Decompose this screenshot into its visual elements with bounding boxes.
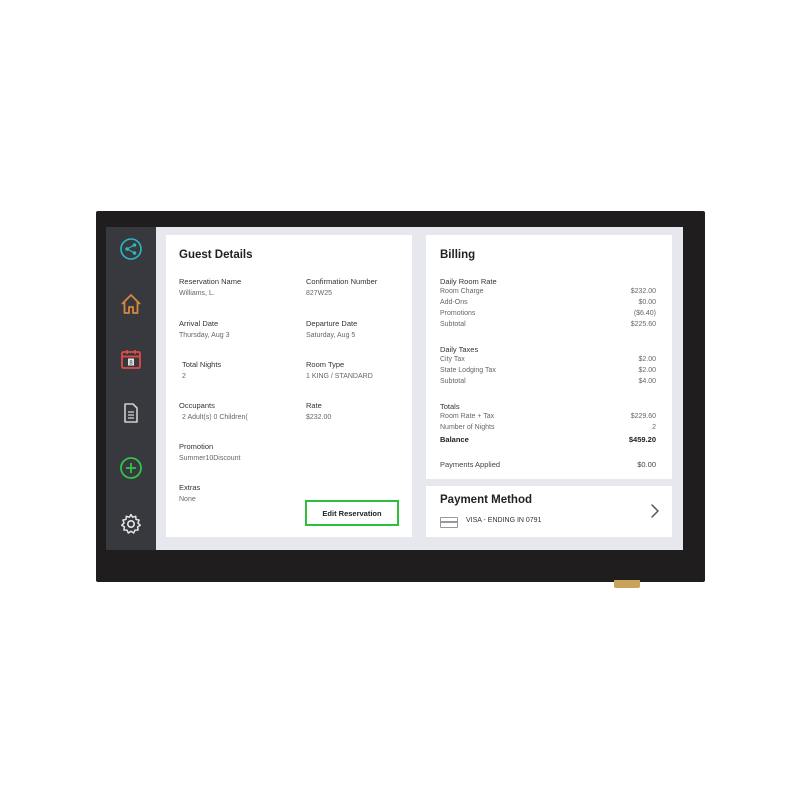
- edit-reservation-button[interactable]: Edit Reservation: [305, 500, 399, 526]
- reservation-name-label: Reservation Name: [179, 277, 242, 286]
- occupants-value: 2 Adult(s) 0 Children(: [182, 414, 248, 421]
- touch-screen: 8 Guest Details Reservation Name William…: [106, 227, 683, 550]
- payment-card-detail: VISA - ENDING IN 0791: [466, 517, 542, 524]
- departure-date-label: Departure Date: [306, 319, 358, 328]
- billing-row-amount: $225.60: [630, 321, 656, 328]
- billing-row-label: Room Rate + Tax: [440, 413, 495, 420]
- billing-row-label: Subtotal: [440, 378, 466, 385]
- gear-icon: [121, 513, 141, 534]
- billing-row-amount: $2.00: [638, 367, 656, 374]
- billing-title: Billing: [440, 249, 476, 261]
- settings-button[interactable]: [119, 512, 143, 536]
- payment-method-title: Payment Method: [440, 494, 533, 506]
- billing-row-amount: $229.60: [630, 413, 656, 420]
- departure-date-value: Saturday, Aug 5: [306, 332, 356, 339]
- billing-row-amount: 2: [652, 424, 656, 431]
- share-button[interactable]: [119, 237, 143, 261]
- daily-room-rate-heading: Daily Room Rate: [440, 277, 497, 286]
- billing-row: Add-Ons $0.00: [440, 299, 656, 310]
- calendar-icon: 8: [121, 350, 141, 369]
- totals-heading: Totals: [440, 402, 460, 411]
- billing-row-amount: $4.00: [638, 378, 656, 385]
- add-button[interactable]: [119, 456, 143, 480]
- home-icon: [121, 294, 141, 314]
- occupants-label: Occupants: [179, 401, 215, 410]
- payments-applied-amount: $0.00: [637, 460, 656, 469]
- billing-row-amount: $0.00: [638, 299, 656, 306]
- ribbon-connector: [614, 580, 640, 588]
- total-nights-label: Total Nights: [182, 360, 222, 369]
- billing-row-label: Add-Ons: [440, 299, 468, 306]
- billing-row-amount: ($6.40): [633, 310, 656, 317]
- arrival-date-label: Arrival Date: [179, 319, 219, 328]
- reservation-name-value: Williams, L.: [179, 290, 215, 297]
- document-icon: [124, 403, 138, 423]
- billing-row-label: Subtotal: [440, 321, 466, 328]
- billing-card: Billing Daily Room Rate Room Charge $232…: [426, 235, 672, 479]
- billing-row-amount: $2.00: [638, 356, 656, 363]
- guest-details-title: Guest Details: [179, 249, 253, 261]
- extras-value: None: [179, 496, 196, 503]
- arrival-date-value: Thursday, Aug 3: [179, 332, 230, 339]
- billing-row: Room Rate + Tax $229.60: [440, 413, 656, 424]
- billing-row: Promotions ($6.40): [440, 310, 656, 321]
- promotion-label: Promotion: [179, 442, 214, 451]
- balance-amount: $459.20: [628, 435, 656, 444]
- room-type-value: 1 KING / STANDARD: [306, 373, 373, 380]
- balance-label: Balance: [440, 435, 469, 444]
- billing-row: Subtotal $225.60: [440, 321, 656, 332]
- billing-row: State Lodging Tax $2.00: [440, 367, 656, 378]
- add-icon: [120, 457, 142, 479]
- rate-value: $232.00: [306, 414, 332, 421]
- daily-taxes-heading: Daily Taxes: [440, 345, 479, 354]
- balance-row: Balance $459.20: [440, 435, 656, 446]
- billing-row-label: Promotions: [440, 310, 476, 317]
- extras-label: Extras: [179, 483, 201, 492]
- billing-row: Room Charge $232.00: [440, 288, 656, 299]
- confirmation-number-label: Confirmation Number: [306, 277, 378, 286]
- billing-row-label: Number of Nights: [440, 424, 495, 431]
- payments-applied-label: Payments Applied: [440, 460, 501, 469]
- sidebar: 8: [106, 227, 156, 550]
- documents-button[interactable]: [119, 401, 143, 425]
- chevron-right-icon[interactable]: [648, 503, 662, 519]
- credit-card-icon: [440, 517, 458, 528]
- total-nights-value: 2: [182, 373, 186, 380]
- home-button[interactable]: [119, 292, 143, 316]
- confirmation-number-value: 827W25: [306, 290, 333, 297]
- billing-row-label: Room Charge: [440, 288, 484, 295]
- billing-row: City Tax $2.00: [440, 356, 656, 367]
- share-icon: [120, 238, 142, 260]
- billing-row: Subtotal $4.00: [440, 378, 656, 389]
- guest-details-card: Guest Details Reservation Name Williams,…: [166, 235, 412, 537]
- payments-applied-row: Payments Applied $0.00: [440, 460, 656, 471]
- rate-label: Rate: [306, 401, 322, 410]
- payment-method-card[interactable]: Payment Method VISA - ENDING IN 0791: [426, 486, 672, 537]
- billing-row-label: City Tax: [440, 356, 465, 363]
- promotion-value: Summer10Discount: [179, 455, 241, 462]
- billing-row-label: State Lodging Tax: [440, 367, 496, 374]
- billing-row: Number of Nights 2: [440, 424, 656, 435]
- calendar-button[interactable]: 8: [119, 347, 143, 371]
- room-type-label: Room Type: [306, 360, 345, 369]
- billing-row-amount: $232.00: [630, 288, 656, 295]
